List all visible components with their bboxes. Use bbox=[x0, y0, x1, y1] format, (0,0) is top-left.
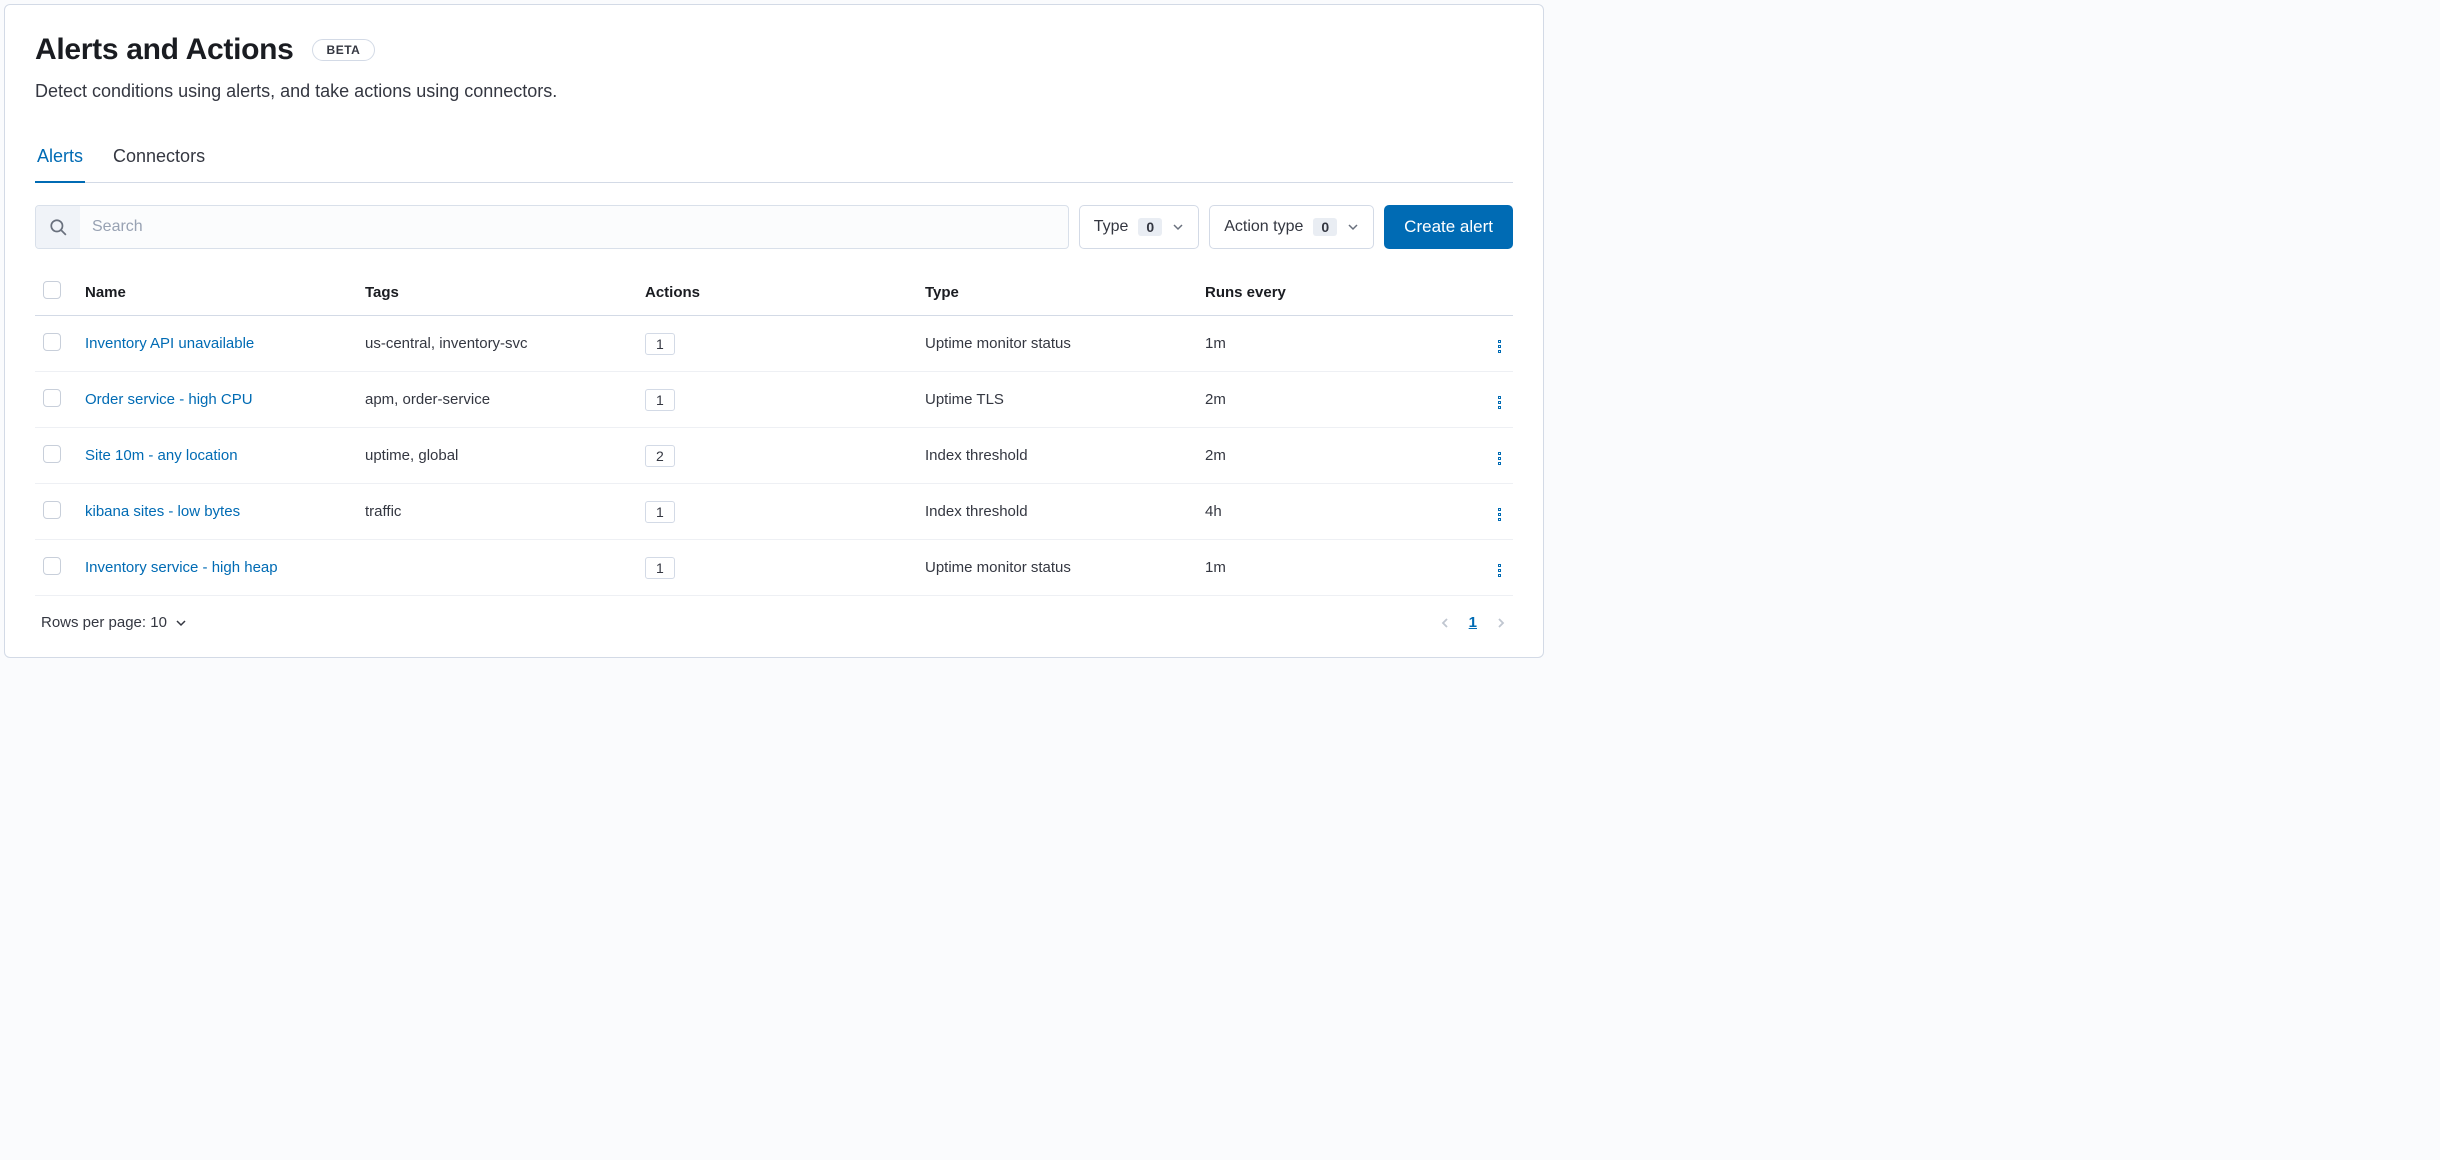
alert-action-count: 1 bbox=[645, 501, 675, 523]
column-header-name[interactable]: Name bbox=[77, 271, 357, 316]
filter-type-count: 0 bbox=[1138, 218, 1162, 236]
rows-per-page-label: Rows per page: 10 bbox=[41, 614, 167, 631]
alert-action-count: 1 bbox=[645, 557, 675, 579]
search-icon bbox=[36, 206, 80, 248]
alert-type: Uptime TLS bbox=[917, 372, 1197, 428]
page-header: Alerts and Actions BETA bbox=[35, 33, 1513, 67]
alert-runs-every: 2m bbox=[1197, 372, 1471, 428]
rows-per-page-select[interactable]: Rows per page: 10 bbox=[41, 614, 187, 631]
table-footer: Rows per page: 10 1 bbox=[35, 596, 1513, 637]
alert-runs-every: 2m bbox=[1197, 428, 1471, 484]
row-checkbox[interactable] bbox=[43, 501, 61, 519]
search-field[interactable] bbox=[35, 205, 1069, 249]
row-actions-menu[interactable] bbox=[1494, 392, 1505, 413]
controls-row: Type 0 Action type 0 Create alert bbox=[35, 205, 1513, 249]
alert-type: Index threshold bbox=[917, 428, 1197, 484]
prev-page-button[interactable] bbox=[1439, 617, 1451, 629]
alert-name-link[interactable]: Order service - high CPU bbox=[85, 391, 253, 408]
row-actions-menu[interactable] bbox=[1494, 448, 1505, 469]
create-alert-button[interactable]: Create alert bbox=[1384, 205, 1513, 249]
alert-tags bbox=[357, 540, 637, 596]
tabs: Alerts Connectors bbox=[35, 136, 1513, 183]
alert-tags: traffic bbox=[357, 484, 637, 540]
filter-action-type-button[interactable]: Action type 0 bbox=[1209, 205, 1374, 249]
row-checkbox[interactable] bbox=[43, 389, 61, 407]
alert-name-link[interactable]: Inventory API unavailable bbox=[85, 335, 254, 352]
table-row: Inventory API unavailable us-central, inv… bbox=[35, 316, 1513, 372]
row-checkbox[interactable] bbox=[43, 445, 61, 463]
alert-type: Uptime monitor status bbox=[917, 316, 1197, 372]
row-checkbox[interactable] bbox=[43, 333, 61, 351]
chevron-down-icon bbox=[175, 617, 187, 629]
column-header-actions[interactable]: Actions bbox=[637, 271, 917, 316]
alerts-table: Name Tags Actions Type Runs every Invent… bbox=[35, 271, 1513, 596]
page-subtitle: Detect conditions using alerts, and take… bbox=[35, 81, 1513, 102]
alert-runs-every: 1m bbox=[1197, 540, 1471, 596]
column-header-tags[interactable]: Tags bbox=[357, 271, 637, 316]
alert-type: Index threshold bbox=[917, 484, 1197, 540]
alert-action-count: 1 bbox=[645, 389, 675, 411]
alert-tags: us-central, inventory-svc bbox=[357, 316, 637, 372]
alert-name-link[interactable]: Site 10m - any location bbox=[85, 447, 238, 464]
filter-action-type-label: Action type bbox=[1224, 218, 1303, 236]
alert-action-count: 1 bbox=[645, 333, 675, 355]
alert-name-link[interactable]: Inventory service - high heap bbox=[85, 559, 278, 576]
page-number[interactable]: 1 bbox=[1469, 614, 1477, 631]
row-actions-menu[interactable] bbox=[1494, 504, 1505, 525]
alert-tags: uptime, global bbox=[357, 428, 637, 484]
select-all-checkbox[interactable] bbox=[43, 281, 61, 299]
beta-badge: BETA bbox=[312, 39, 376, 61]
row-checkbox[interactable] bbox=[43, 557, 61, 575]
row-actions-menu[interactable] bbox=[1494, 336, 1505, 357]
row-actions-menu[interactable] bbox=[1494, 560, 1505, 581]
chevron-down-icon bbox=[1347, 221, 1359, 233]
chevron-down-icon bbox=[1172, 221, 1184, 233]
alert-name-link[interactable]: kibana sites - low bytes bbox=[85, 503, 240, 520]
table-row: Site 10m - any location uptime, global 2 In… bbox=[35, 428, 1513, 484]
alert-runs-every: 4h bbox=[1197, 484, 1471, 540]
tab-alerts[interactable]: Alerts bbox=[35, 136, 85, 183]
column-header-type[interactable]: Type bbox=[917, 271, 1197, 316]
alert-tags: apm, order-service bbox=[357, 372, 637, 428]
alerts-panel: Alerts and Actions BETA Detect condition… bbox=[4, 4, 1544, 658]
column-header-runs[interactable]: Runs every bbox=[1197, 271, 1471, 316]
search-input[interactable] bbox=[80, 206, 1068, 248]
filter-action-type-count: 0 bbox=[1313, 218, 1337, 236]
pagination: 1 bbox=[1439, 614, 1507, 631]
alert-runs-every: 1m bbox=[1197, 316, 1471, 372]
alert-type: Uptime monitor status bbox=[917, 540, 1197, 596]
filter-type-button[interactable]: Type 0 bbox=[1079, 205, 1199, 249]
table-row: Inventory service - high heap 1 Uptime mon… bbox=[35, 540, 1513, 596]
table-row: kibana sites - low bytes traffic 1 Index th… bbox=[35, 484, 1513, 540]
alert-action-count: 2 bbox=[645, 445, 675, 467]
next-page-button[interactable] bbox=[1495, 617, 1507, 629]
tab-connectors[interactable]: Connectors bbox=[111, 136, 207, 183]
filter-type-label: Type bbox=[1094, 218, 1129, 236]
page-title: Alerts and Actions bbox=[35, 33, 294, 67]
table-row: Order service - high CPU apm, order-servi… bbox=[35, 372, 1513, 428]
